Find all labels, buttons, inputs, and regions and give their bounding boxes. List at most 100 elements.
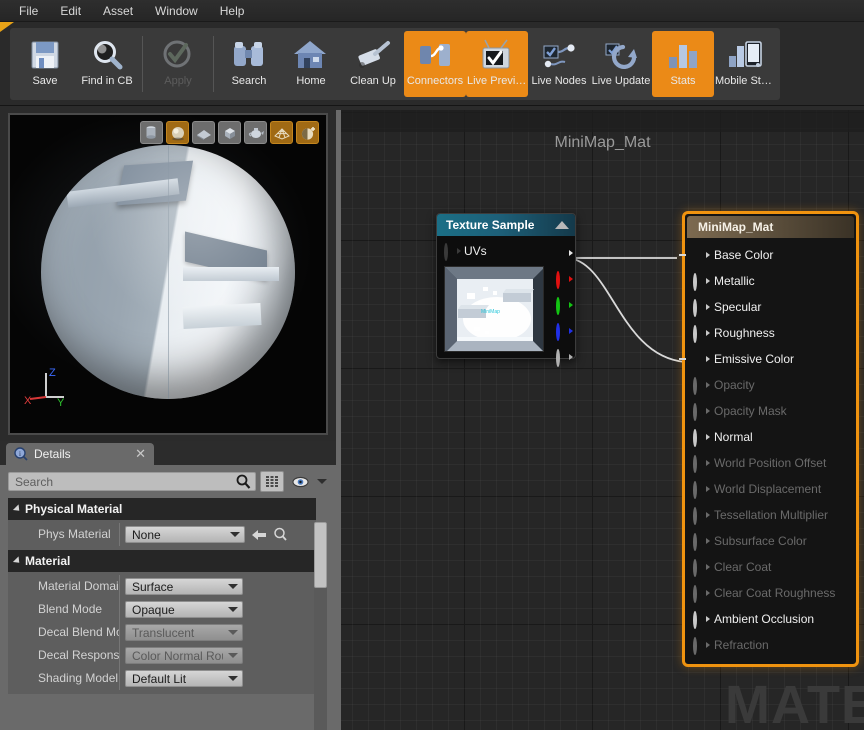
node-texture-sample[interactable]: Texture Sample UVs MiniMap [436, 213, 576, 367]
pin-glyph[interactable] [556, 247, 573, 260]
wire-stub [679, 358, 686, 360]
pin-glyph[interactable] [556, 322, 573, 341]
pin-glyph[interactable] [693, 298, 710, 317]
toolbar-button-search[interactable]: Search [218, 31, 280, 97]
eye-icon[interactable] [288, 471, 312, 492]
binoculars-icon [229, 36, 269, 74]
texture-thumbnail[interactable]: MiniMap [444, 266, 544, 352]
preview-shape-teapot[interactable] [244, 121, 267, 144]
chevron-down-icon[interactable] [316, 471, 328, 492]
category-header-physical-material[interactable]: Physical Material [8, 498, 316, 520]
pin-glyph[interactable] [693, 324, 710, 343]
output-pin-rgb[interactable] [556, 240, 573, 266]
toolbar-button-save[interactable]: Save [14, 31, 76, 97]
toolbar-button-clean-up[interactable]: Clean Up [342, 31, 404, 97]
property-row: Shading Model Default Lit [8, 667, 316, 690]
toolbar-button-find-in-cb[interactable]: Find in CB [76, 31, 138, 97]
toolbar-button-live-update[interactable]: Live Update [590, 31, 652, 97]
toolbar-button-home[interactable]: Home [280, 31, 342, 97]
grid-view-icon[interactable] [260, 471, 284, 492]
material-input-label: Specular [714, 300, 762, 314]
main-toolbar: Save Find in CB Apply Search Home Clean … [10, 28, 780, 100]
material-input-emissive-color[interactable]: Emissive Color [679, 346, 856, 372]
texture-sample-header[interactable]: Texture Sample [437, 214, 575, 236]
menu-asset[interactable]: Asset [92, 1, 144, 21]
menu-window[interactable]: Window [144, 1, 209, 21]
details-scrollbar[interactable] [314, 522, 327, 730]
combo-blend-mode[interactable]: Opaque [125, 601, 243, 618]
svg-text:i: i [19, 450, 21, 458]
texture-sample-input-uvs[interactable]: UVs [437, 240, 575, 262]
preview-shape-cube[interactable] [218, 121, 241, 144]
collapse-up-arrow-icon[interactable] [555, 221, 569, 229]
menu-help[interactable]: Help [209, 1, 256, 21]
category-header-material[interactable]: Material [8, 550, 316, 572]
material-input-ambient-occlusion[interactable]: Ambient Occlusion [685, 606, 856, 632]
combo-material-domai[interactable]: Surface [125, 578, 243, 595]
toolbar-button-label: Search [231, 75, 267, 87]
output-pin-r[interactable] [556, 266, 573, 292]
toolbar-button-connectors[interactable]: Connectors [404, 31, 466, 97]
refresh-check-icon [601, 36, 641, 74]
property-row: Decal Response Color Normal Roughness [8, 644, 316, 667]
combo-phys-material[interactable]: None [125, 526, 245, 543]
property-value: Translucent [120, 624, 316, 641]
output-pin-b[interactable] [556, 318, 573, 344]
pin-glyph[interactable] [693, 272, 710, 291]
tab-details[interactable]: i Details ✕ [6, 443, 154, 465]
preview-shape-cylinder[interactable] [140, 121, 163, 144]
material-input-metallic[interactable]: Metallic [685, 268, 856, 294]
pin-glyph [693, 532, 710, 551]
pin-glyph[interactable] [693, 610, 710, 629]
material-input-label: World Displacement [714, 482, 822, 496]
toolbar-button-live-nodes[interactable]: Live Nodes [528, 31, 590, 97]
combo-shading-model[interactable]: Default Lit [125, 670, 243, 687]
close-icon[interactable]: ✕ [135, 446, 146, 462]
toolbar-group: Save Find in CB [14, 31, 138, 97]
preview-shape-sphere[interactable] [166, 121, 189, 144]
preview-toggle-realtime[interactable] [296, 121, 319, 144]
pin-glyph[interactable] [693, 353, 710, 366]
preview-toggle-grid[interactable] [270, 121, 293, 144]
toolbar-button-label: Stats [670, 75, 696, 87]
material-input-roughness[interactable]: Roughness [685, 320, 856, 346]
menu-file[interactable]: File [8, 1, 49, 21]
browse-magnifier-icon[interactable] [273, 527, 288, 542]
pin-glyph[interactable] [556, 348, 573, 367]
details-property-list[interactable]: Physical Material Phys Material None Materi… [8, 498, 316, 730]
material-graph-canvas[interactable]: MiniMap_Mat MATE Texture Sample UVs Mini… [341, 110, 864, 730]
toolbar-button-stats[interactable]: Stats [652, 31, 714, 97]
material-input-label: Opacity Mask [714, 404, 787, 418]
material-input-normal[interactable]: Normal [685, 424, 856, 450]
pin-uvs[interactable] [444, 242, 461, 261]
material-output-header[interactable]: MiniMap_Mat [687, 216, 854, 238]
material-input-label: Normal [714, 430, 753, 444]
details-tab-label: Details [34, 447, 71, 461]
output-pin-g[interactable] [556, 292, 573, 318]
pin-glyph[interactable] [693, 428, 710, 447]
menu-edit[interactable]: Edit [49, 1, 92, 21]
category-body: Phys Material None [8, 520, 316, 550]
material-preview-viewport[interactable]: Z Y X [8, 113, 328, 435]
output-pin-a[interactable] [556, 344, 573, 370]
category-label: Physical Material [25, 502, 123, 516]
material-input-label: Subsurface Color [714, 534, 807, 548]
material-input-base-color[interactable]: Base Color [679, 242, 856, 268]
floppy-disk-icon [25, 36, 65, 74]
scrollbar-thumb[interactable] [314, 522, 327, 588]
details-panel: i Details ✕ Search Physical Material Phy… [0, 441, 336, 730]
pin-glyph[interactable] [693, 249, 710, 262]
toolbar-button-mobile-stats[interactable]: Mobile Stats [714, 31, 776, 97]
pin-glyph[interactable] [556, 296, 573, 315]
toolbar-button-live-preview[interactable]: Live Preview [466, 31, 528, 97]
back-arrow-icon[interactable] [251, 528, 267, 542]
material-input-label: Tessellation Multiplier [714, 508, 829, 522]
toolbar-separator [213, 36, 214, 92]
property-label: Shading Model [8, 667, 120, 690]
node-material-output[interactable]: MiniMap_Mat Base Color Metallic Specular Ro… [679, 211, 859, 667]
preview-shape-plane[interactable] [192, 121, 215, 144]
search-input[interactable]: Search [8, 472, 256, 491]
material-input-specular[interactable]: Specular [685, 294, 856, 320]
pin-glyph[interactable] [556, 270, 573, 289]
material-input-label: Roughness [714, 326, 775, 340]
